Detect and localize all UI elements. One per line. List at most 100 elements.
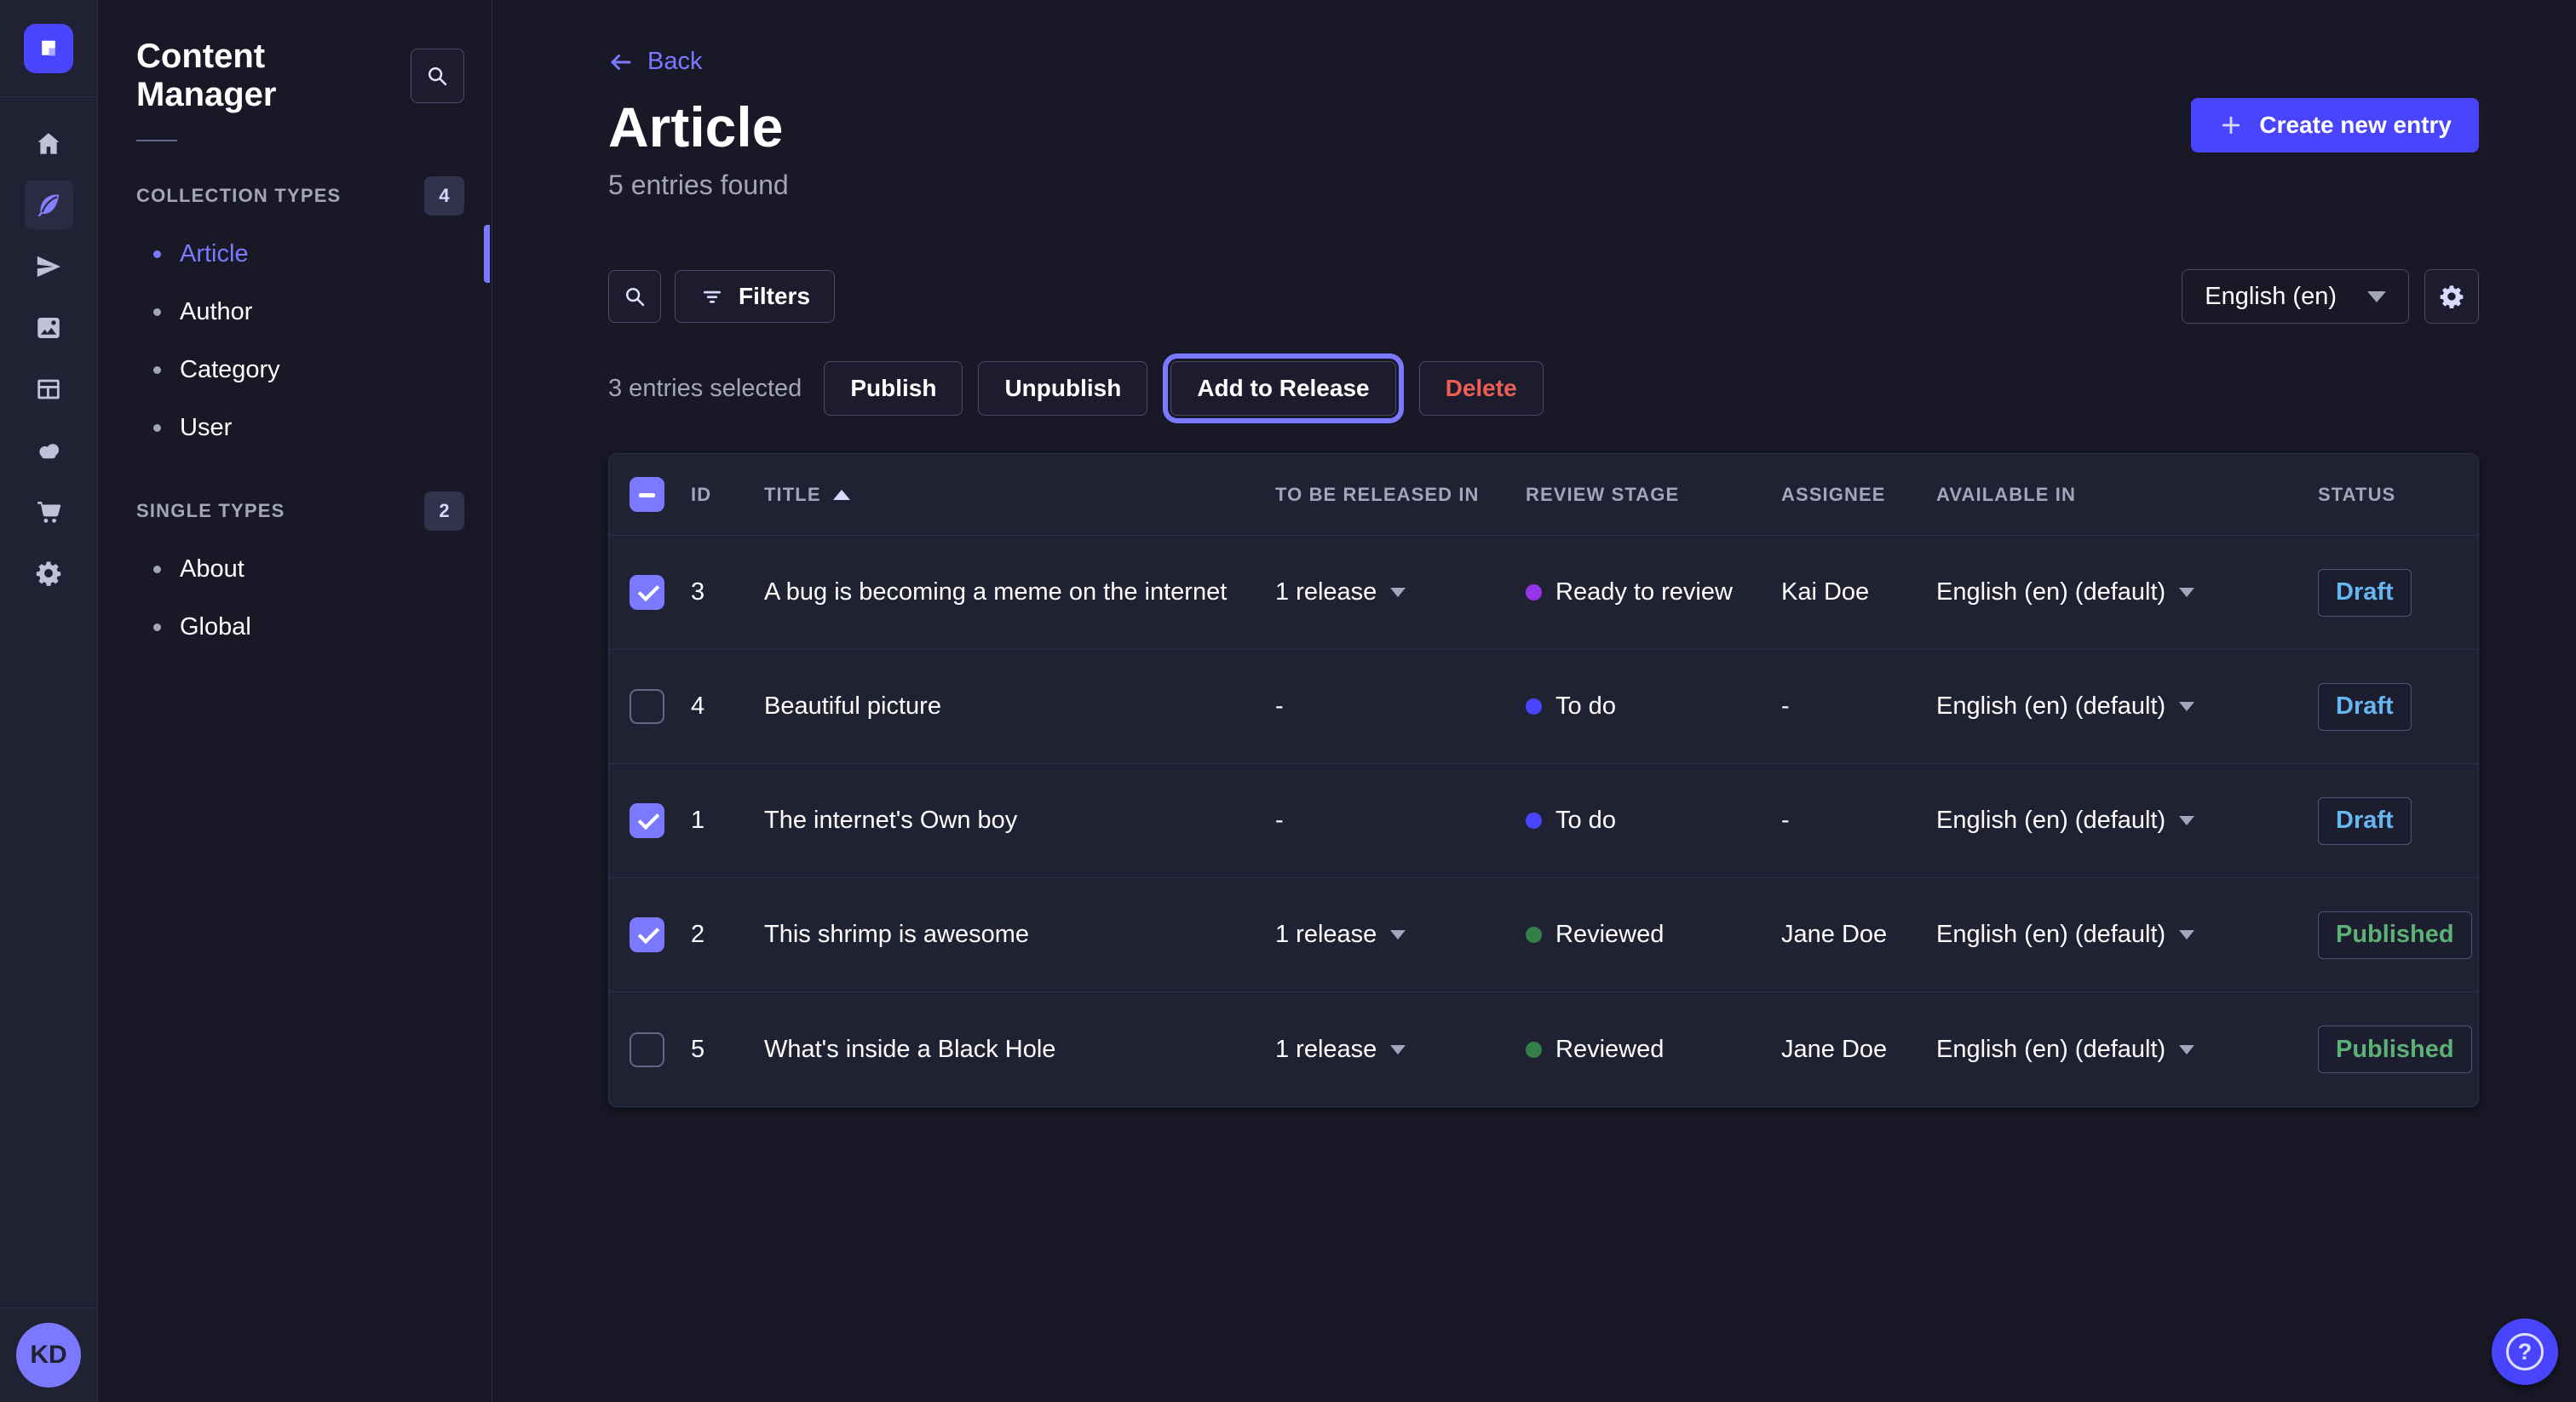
settings-gear-icon[interactable] bbox=[25, 549, 73, 597]
sidebar-rule bbox=[136, 140, 177, 141]
sidebar-title: Content Manager bbox=[136, 37, 411, 114]
stage-dot bbox=[1526, 813, 1542, 829]
cell-assignee: - bbox=[1781, 692, 1936, 721]
cell-review-stage: Reviewed bbox=[1526, 1036, 1781, 1064]
locale-dropdown[interactable]: English (en) (default) bbox=[1936, 1036, 2318, 1064]
table-row[interactable]: 1 The internet's Own boy - To do - Engli… bbox=[609, 764, 2478, 878]
column-header-stage[interactable]: REVIEW STAGE bbox=[1526, 484, 1781, 506]
row-checkbox[interactable] bbox=[630, 803, 664, 838]
sidebar-item-about[interactable]: About bbox=[98, 540, 492, 598]
table-header-row: ID TITLE TO BE RELEASED IN REVIEW STAGE … bbox=[609, 454, 2478, 536]
content-manager-sidebar: Content Manager COLLECTION TYPES 4 Artic… bbox=[98, 0, 492, 1402]
table-row[interactable]: 4 Beautiful picture - To do - English (e… bbox=[609, 650, 2478, 764]
sidebar-item-category[interactable]: Category bbox=[98, 341, 492, 399]
back-link[interactable]: Back bbox=[608, 48, 702, 76]
chevron-down-icon bbox=[2367, 291, 2386, 302]
selection-count-label: 3 entries selected bbox=[608, 375, 802, 403]
locale-select[interactable]: English (en) bbox=[2182, 269, 2409, 324]
column-header-release[interactable]: TO BE RELEASED IN bbox=[1275, 484, 1526, 506]
release-dropdown[interactable]: - bbox=[1275, 807, 1526, 835]
bullet-icon bbox=[153, 424, 161, 432]
column-header-assignee[interactable]: ASSIGNEE bbox=[1781, 484, 1936, 506]
table-row[interactable]: 3 A bug is becoming a meme on the intern… bbox=[609, 536, 2478, 650]
column-header-id[interactable]: ID bbox=[691, 484, 764, 506]
sidebar-search-button[interactable] bbox=[411, 49, 464, 103]
chevron-down-icon bbox=[1390, 1045, 1406, 1054]
release-dropdown[interactable]: 1 release bbox=[1275, 1036, 1526, 1064]
status-badge: Draft bbox=[2318, 569, 2412, 617]
sidebar-item-user[interactable]: User bbox=[98, 399, 492, 457]
cell-assignee: - bbox=[1781, 807, 1936, 835]
table-row[interactable]: 2 This shrimp is awesome 1 release Revie… bbox=[609, 878, 2478, 992]
help-button[interactable]: ? bbox=[2492, 1319, 2558, 1385]
add-to-release-button[interactable]: Add to Release bbox=[1170, 361, 1395, 416]
stage-dot bbox=[1526, 584, 1542, 600]
chevron-down-icon bbox=[2179, 1045, 2194, 1054]
row-checkbox[interactable] bbox=[630, 689, 664, 724]
marketplace-cart-icon[interactable] bbox=[25, 487, 73, 536]
table-search-button[interactable] bbox=[608, 270, 661, 323]
collection-types-section: COLLECTION TYPES 4 Article Author Catego… bbox=[98, 174, 492, 457]
releases-paper-plane-icon[interactable] bbox=[25, 242, 73, 290]
content-type-builder-icon[interactable] bbox=[25, 365, 73, 413]
chevron-down-icon bbox=[2179, 930, 2194, 939]
status-badge: Draft bbox=[2318, 683, 2412, 731]
row-checkbox[interactable] bbox=[630, 575, 664, 610]
home-icon[interactable] bbox=[25, 119, 73, 168]
publish-button[interactable]: Publish bbox=[824, 361, 963, 416]
strapi-logo-icon[interactable] bbox=[24, 24, 73, 73]
stage-dot bbox=[1526, 1042, 1542, 1058]
main-content: Back Article Create new entry 5 entries … bbox=[493, 0, 2576, 1402]
locale-dropdown[interactable]: English (en) (default) bbox=[1936, 692, 2318, 721]
column-header-title[interactable]: TITLE bbox=[764, 484, 1275, 506]
cell-assignee: Jane Doe bbox=[1781, 1036, 1936, 1064]
filters-button[interactable]: Filters bbox=[675, 270, 835, 323]
single-types-section: SINGLE TYPES 2 About Global bbox=[98, 489, 492, 656]
entries-table: ID TITLE TO BE RELEASED IN REVIEW STAGE … bbox=[608, 453, 2479, 1107]
view-settings-button[interactable] bbox=[2424, 269, 2479, 324]
table-row[interactable]: 5 What's inside a Black Hole 1 release R… bbox=[609, 992, 2478, 1106]
stage-dot bbox=[1526, 927, 1542, 943]
cell-review-stage: Reviewed bbox=[1526, 921, 1781, 949]
page-title: Article bbox=[608, 95, 783, 159]
select-all-checkbox[interactable] bbox=[630, 477, 664, 512]
sort-ascending-icon bbox=[833, 490, 850, 500]
cell-review-stage: To do bbox=[1526, 807, 1781, 835]
locale-dropdown[interactable]: English (en) (default) bbox=[1936, 807, 2318, 835]
cell-review-stage: To do bbox=[1526, 692, 1781, 721]
chevron-down-icon bbox=[2179, 816, 2194, 825]
release-dropdown[interactable]: - bbox=[1275, 692, 1526, 721]
user-avatar[interactable]: KD bbox=[16, 1323, 81, 1388]
status-badge: Published bbox=[2318, 1026, 2472, 1073]
unpublish-button[interactable]: Unpublish bbox=[978, 361, 1147, 416]
bullet-icon bbox=[153, 308, 161, 316]
search-icon bbox=[424, 63, 450, 89]
rail-divider bbox=[0, 96, 97, 97]
chevron-down-icon bbox=[1390, 930, 1406, 939]
row-checkbox[interactable] bbox=[630, 917, 664, 952]
column-header-available[interactable]: AVAILABLE IN bbox=[1936, 484, 2318, 506]
release-dropdown[interactable]: 1 release bbox=[1275, 578, 1526, 606]
stage-dot bbox=[1526, 698, 1542, 715]
create-new-entry-button[interactable]: Create new entry bbox=[2191, 98, 2479, 152]
cell-id: 3 bbox=[691, 578, 764, 606]
locale-dropdown[interactable]: English (en) (default) bbox=[1936, 578, 2318, 606]
cell-id: 5 bbox=[691, 1036, 764, 1064]
delete-button[interactable]: Delete bbox=[1419, 361, 1544, 416]
sidebar-item-article[interactable]: Article bbox=[98, 225, 492, 283]
column-header-status[interactable]: STATUS bbox=[2318, 484, 2478, 506]
filter-lines-icon bbox=[699, 284, 725, 309]
sidebar-item-global[interactable]: Global bbox=[98, 598, 492, 656]
cloud-icon[interactable] bbox=[25, 426, 73, 474]
content-manager-feather-icon[interactable] bbox=[25, 181, 73, 229]
locale-dropdown[interactable]: English (en) (default) bbox=[1936, 921, 2318, 949]
plus-icon bbox=[2218, 112, 2244, 138]
cell-title: A bug is becoming a meme on the internet bbox=[764, 578, 1275, 606]
media-library-icon[interactable] bbox=[25, 303, 73, 352]
cell-id: 4 bbox=[691, 692, 764, 721]
active-item-indicator bbox=[484, 225, 490, 283]
row-checkbox[interactable] bbox=[630, 1032, 664, 1067]
release-dropdown[interactable]: 1 release bbox=[1275, 921, 1526, 949]
sidebar-item-author[interactable]: Author bbox=[98, 283, 492, 341]
entries-count-subtitle: 5 entries found bbox=[608, 170, 2479, 201]
